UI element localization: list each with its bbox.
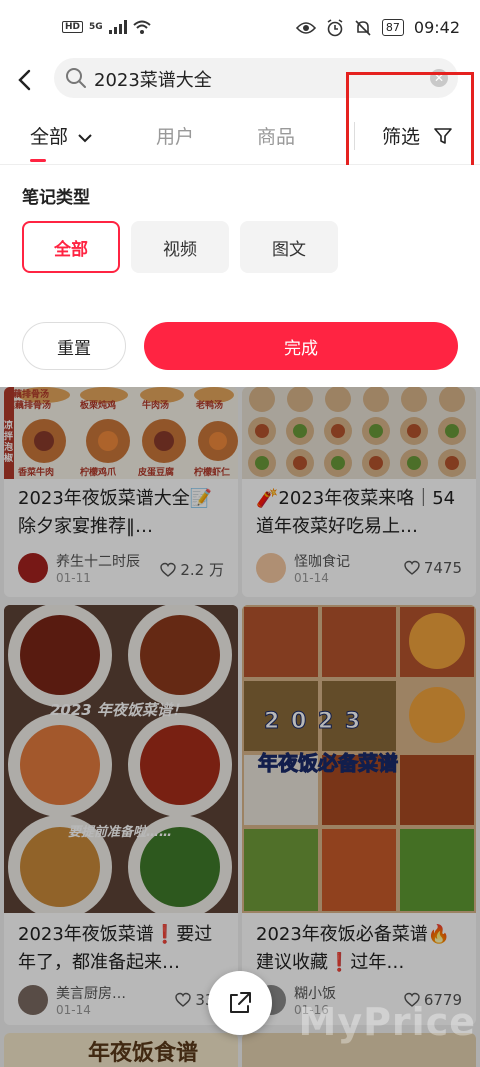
- tab-all-label: 全部: [30, 126, 69, 148]
- share-button[interactable]: [208, 971, 272, 1035]
- share-icon: [230, 992, 251, 1013]
- wifi-icon: [133, 20, 151, 34]
- tab-users[interactable]: 用户: [156, 122, 194, 149]
- hd-badge: HD: [62, 21, 84, 33]
- dish-label: 皮蛋豆腐: [138, 468, 175, 478]
- note-date: 01-14: [56, 1003, 91, 1017]
- filter-highlight-box: [346, 72, 474, 176]
- chip-image-text[interactable]: 图文: [240, 221, 338, 273]
- note-card[interactable]: 2023 年夜饭菜谱！ 要提前准备啦…… 2023年夜饭菜谱❗️要过年了，都准备…: [4, 605, 238, 1025]
- active-tab-underline: [30, 159, 46, 162]
- tab-all[interactable]: 全部: [30, 122, 92, 149]
- avatar[interactable]: [256, 553, 286, 583]
- back-arrow-icon: [18, 69, 31, 91]
- search-icon: [66, 68, 86, 88]
- like-button[interactable]: 2.2 万: [160, 559, 224, 580]
- filter-panel: 笔记类型 全部 视频 图文 重置 完成: [0, 165, 480, 387]
- eye-icon: [295, 21, 316, 34]
- like-count: 7475: [423, 559, 462, 577]
- back-button[interactable]: [12, 62, 36, 98]
- note-cover-image: [242, 387, 476, 479]
- status-left: HD 5G: [62, 20, 151, 34]
- heart-icon: [175, 992, 192, 1007]
- dish-label: 柠檬虾仁: [194, 468, 231, 478]
- note-card[interactable]: 莲藕排骨汤 莲藕排骨汤 板栗炖鸡 牛肉汤 老鸭汤 凉拌泡椒 香菜牛肉 柠檬鸡爪 …: [4, 387, 238, 597]
- network-type: 5G: [89, 22, 103, 32]
- chip-video[interactable]: 视频: [131, 221, 229, 273]
- heart-icon: [160, 562, 177, 577]
- author-name[interactable]: 美言厨房…: [56, 983, 148, 1003]
- note-title: 2023年夜饭必备菜谱🔥建议收藏❗️过年…: [256, 924, 451, 973]
- cover-text-year: 2 0 2 3: [263, 709, 363, 735]
- status-bar: HD 5G 87 09:42: [0, 0, 480, 58]
- dish-label: 板栗炖鸡: [80, 401, 117, 411]
- dish-label: 柠檬鸡爪: [80, 468, 117, 478]
- clock: 09:42: [413, 18, 460, 37]
- cover-text-subtitle: 要提前准备啦……: [68, 825, 173, 840]
- note-date: 01-14: [294, 571, 329, 585]
- author-name[interactable]: 怪咖食记: [294, 551, 386, 571]
- new-year-dishes-image: [4, 605, 238, 919]
- dish-label: 牛肉汤: [142, 401, 170, 411]
- note-date: 01-11: [56, 571, 91, 585]
- mute-bell-icon: [355, 19, 371, 36]
- dish-label: 凉拌泡椒: [4, 421, 14, 464]
- watermark: MyPrice: [298, 1000, 476, 1044]
- note-type-title: 笔记类型: [22, 188, 90, 208]
- result-feed: 莲藕排骨汤 莲藕排骨汤 板栗炖鸡 牛肉汤 老鸭汤 凉拌泡椒 香菜牛肉 柠檬鸡爪 …: [0, 387, 480, 1067]
- note-title: 2023年夜饭菜谱❗️要过年了，都准备起来…: [18, 924, 213, 973]
- note-title: 🧨2023年夜菜来咯｜54道年夜菜好吃易上…: [256, 488, 456, 537]
- done-button[interactable]: 完成: [144, 322, 458, 370]
- note-card[interactable]: 2 0 2 3 年夜饭必备菜谱 2023年夜饭必备菜谱🔥建议收藏❗️过年… 糊小…: [242, 605, 476, 1025]
- recipe-grid-labels: 莲藕排骨汤 莲藕排骨汤 板栗炖鸡 牛肉汤 老鸭汤 凉拌泡椒 香菜牛肉 柠檬鸡爪 …: [4, 387, 238, 479]
- avatar[interactable]: [18, 553, 48, 583]
- reset-button[interactable]: 重置: [22, 322, 126, 370]
- chip-all[interactable]: 全部: [22, 221, 120, 273]
- dish-label: 香菜牛肉: [18, 468, 55, 478]
- like-count: 2.2 万: [180, 561, 224, 579]
- note-cover-image: [4, 605, 238, 919]
- status-right: 87 09:42: [295, 18, 460, 37]
- dish-grid-image: [248, 387, 466, 477]
- note-card[interactable]: 年夜饭食谱: [4, 1033, 238, 1067]
- alarm-icon: [327, 18, 343, 36]
- author-name[interactable]: 养生十二时辰: [56, 551, 148, 571]
- cover-text-title: 年夜饭必备菜谱: [258, 751, 399, 776]
- tab-goods[interactable]: 商品: [257, 122, 295, 149]
- cover-text-title: 2023 年夜饭菜谱！: [50, 701, 187, 719]
- like-button[interactable]: 7475: [404, 559, 462, 577]
- heart-icon: [404, 560, 420, 575]
- note-title: 2023年夜饭菜谱大全📝除夕家宴推荐‖…: [18, 488, 213, 537]
- dish-label: 莲藕排骨汤: [6, 401, 52, 411]
- battery-indicator: 87: [381, 19, 404, 36]
- note-card[interactable]: 🧨2023年夜菜来咯｜54道年夜菜好吃易上… 怪咖食记 01-14 7475: [242, 387, 476, 597]
- dish-label: 老鸭汤: [196, 401, 224, 411]
- signal-icon: [108, 20, 127, 34]
- avatar[interactable]: [18, 985, 48, 1015]
- chevron-down-icon: [78, 134, 92, 143]
- cover-text-title: 年夜饭食谱: [88, 1041, 199, 1066]
